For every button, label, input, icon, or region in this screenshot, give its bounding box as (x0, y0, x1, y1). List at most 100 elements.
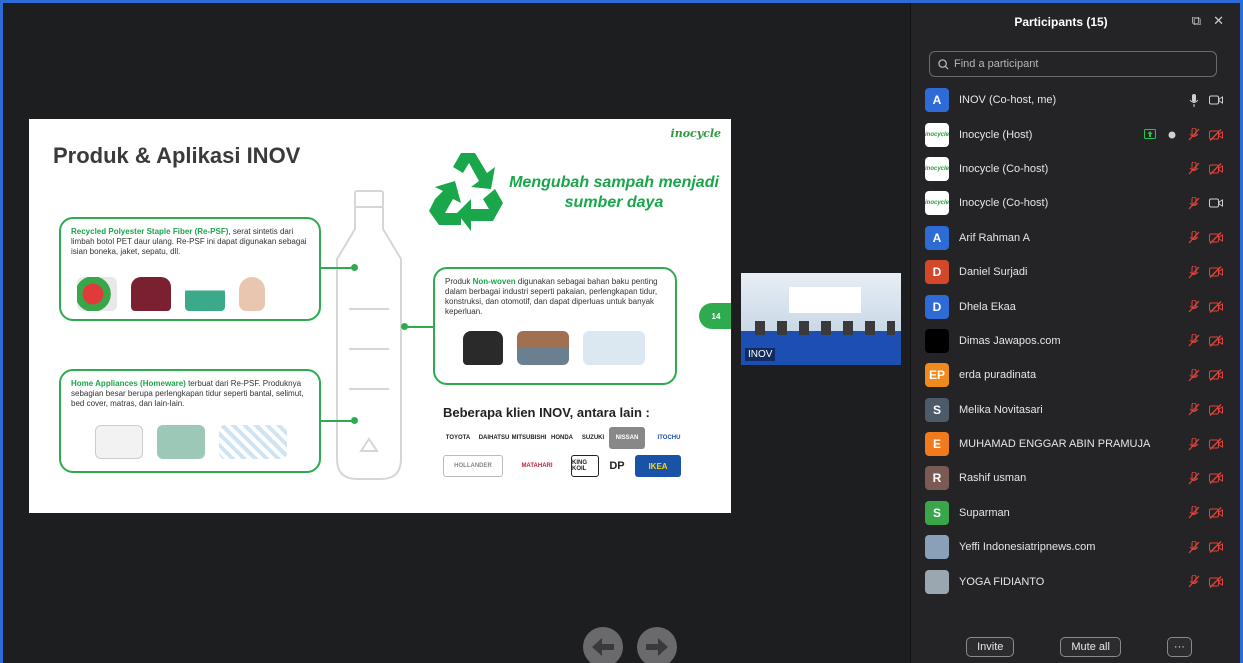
participant-row[interactable]: inocycle Inocycle (Co-host) (925, 186, 1225, 220)
record-icon (1165, 128, 1179, 142)
pillow-image (95, 425, 143, 459)
participant-row[interactable]: S Melika Novitasari (925, 393, 1225, 427)
participant-row[interactable]: inocycle Inocycle (Host) (925, 117, 1225, 151)
avatar (925, 328, 949, 353)
participants-panel: Participants (15) ⧉ ✕ Find a participant… (910, 3, 1240, 663)
participant-row[interactable]: R Rashif usman (925, 461, 1225, 495)
client-logo: KING KOIL (571, 455, 599, 477)
participant-name: Rashif usman (959, 472, 1027, 485)
slide-page-number: 14 (699, 303, 731, 329)
video-camera-icon (1209, 93, 1223, 107)
client-logo: TOYOTA (445, 435, 471, 441)
participant-name: Inocycle (Host) (959, 128, 1033, 141)
video-camera-off-icon (1209, 506, 1223, 520)
plush-rabbit-image (239, 277, 265, 311)
avatar: A (925, 225, 949, 250)
video-tile-name: INOV (745, 348, 776, 361)
microphone-muted-icon (1187, 162, 1201, 176)
search-input[interactable]: Find a participant (929, 51, 1217, 77)
participant-row[interactable]: A Arif Rahman A (925, 221, 1225, 255)
participant-row[interactable]: D Dhela Ekaa (925, 289, 1225, 323)
participant-name: Melika Novitasari (959, 403, 1043, 416)
video-camera-off-icon (1209, 437, 1223, 451)
microphone-muted-icon (1187, 300, 1201, 314)
arrow-right-icon (646, 638, 668, 656)
participant-name: Yeffi Indonesiatripnews.com (959, 541, 1096, 554)
client-logo: IKEA (635, 455, 681, 477)
invite-button[interactable]: Invite (966, 637, 1015, 657)
participant-row[interactable]: Yeffi Indonesiatripnews.com (925, 530, 1225, 564)
avatar: EP (925, 363, 949, 388)
microphone-muted-icon (1187, 368, 1201, 382)
participant-row[interactable]: D Daniel Surjadi (925, 255, 1225, 289)
presentation-stage: Produk & Aplikasi INOV inocycle Mengubah… (3, 3, 910, 663)
microphone-muted-icon (1187, 575, 1201, 589)
participant-row[interactable]: Dimas Jawapos.com (925, 324, 1225, 358)
jacket-image (131, 277, 171, 311)
participant-name: INOV (Co-host, me) (959, 94, 1057, 107)
slide-slogan: Mengubah sampah menjadi sumber daya (509, 174, 719, 211)
slide-title: Produk & Aplikasi INOV (53, 143, 301, 168)
participant-row[interactable]: inocycle Inocycle (Co-host) (925, 152, 1225, 186)
avatar: E (925, 432, 949, 457)
participant-row[interactable]: EP erda puradinata (925, 358, 1225, 392)
avatar: S (925, 500, 949, 525)
client-logos: TOYOTA DAIHATSU MITSUBISHI HONDA SUZUKI … (443, 427, 703, 477)
avatar: inocycle (925, 122, 949, 147)
video-camera-off-icon (1209, 231, 1223, 245)
participant-name: Dimas Jawapos.com (959, 334, 1061, 347)
panelists (755, 321, 895, 335)
microphone-muted-icon (1187, 540, 1201, 554)
search-icon (938, 58, 949, 70)
participant-name: YOGA FIDIANTO (959, 575, 1045, 588)
mute-all-button[interactable]: Mute all (1060, 637, 1121, 657)
microphone-muted-icon (1187, 231, 1201, 245)
avatar: inocycle (925, 156, 949, 181)
more-options-button[interactable]: ··· (1166, 637, 1192, 657)
client-logo: NISSAN (609, 427, 645, 449)
next-slide-button[interactable] (637, 627, 677, 663)
microphone-muted-icon (1187, 334, 1201, 348)
previous-slide-button[interactable] (583, 627, 623, 663)
video-tile[interactable]: INOV (741, 273, 901, 365)
car-seat-image (463, 331, 503, 365)
video-camera-off-icon (1209, 403, 1223, 417)
video-camera-off-icon (1209, 128, 1223, 142)
video-camera-off-icon (1209, 471, 1223, 485)
re-psf-product-images (77, 277, 265, 311)
homeware-product-images (95, 425, 287, 459)
participant-row[interactable]: A INOV (Co-host, me) (925, 83, 1225, 117)
video-camera-icon (1209, 196, 1223, 210)
client-logo: MITSUBISHI (511, 435, 547, 441)
client-logo: MATAHARI (521, 463, 553, 469)
non-woven-box: Produk Non-woven digunakan sebagai bahan… (433, 267, 677, 385)
video-camera-off-icon (1209, 540, 1223, 554)
client-logo: HONDA (551, 435, 573, 441)
connector-line (405, 326, 435, 328)
clients-title: Beberapa klien INOV, antara lain : (443, 405, 650, 420)
participant-row[interactable]: YOGA FIDIANTO (925, 564, 1225, 598)
pop-out-icon[interactable]: ⧉ (1192, 13, 1201, 29)
client-logo: ITOCHU (657, 435, 681, 441)
participant-name: MUHAMAD ENGGAR ABIN PRAMUJA (959, 438, 1151, 451)
arrow-left-icon (592, 638, 614, 656)
avatar: A (925, 88, 949, 113)
client-logo: SUZUKI (581, 435, 605, 441)
participant-row[interactable]: E MUHAMAD ENGGAR ABIN PRAMUJA (925, 427, 1225, 461)
participant-name: Arif Rahman A (959, 231, 1030, 244)
avatar: D (925, 260, 949, 285)
client-logo: DAIHATSU (478, 435, 510, 441)
participant-row[interactable]: S Suparman (925, 496, 1225, 530)
avatar: S (925, 397, 949, 422)
video-camera-off-icon (1209, 300, 1223, 314)
construction-layer-image (517, 331, 569, 365)
microphone-muted-icon (1187, 471, 1201, 485)
microphone-muted-icon (1187, 403, 1201, 417)
banner (789, 287, 861, 313)
microphone-muted-icon (1187, 265, 1201, 279)
connector-line (321, 267, 353, 269)
shoe-image (185, 277, 225, 311)
search-placeholder: Find a participant (954, 58, 1039, 70)
client-logo: HOLLANDER (443, 455, 503, 477)
close-icon[interactable]: ✕ (1213, 13, 1224, 29)
